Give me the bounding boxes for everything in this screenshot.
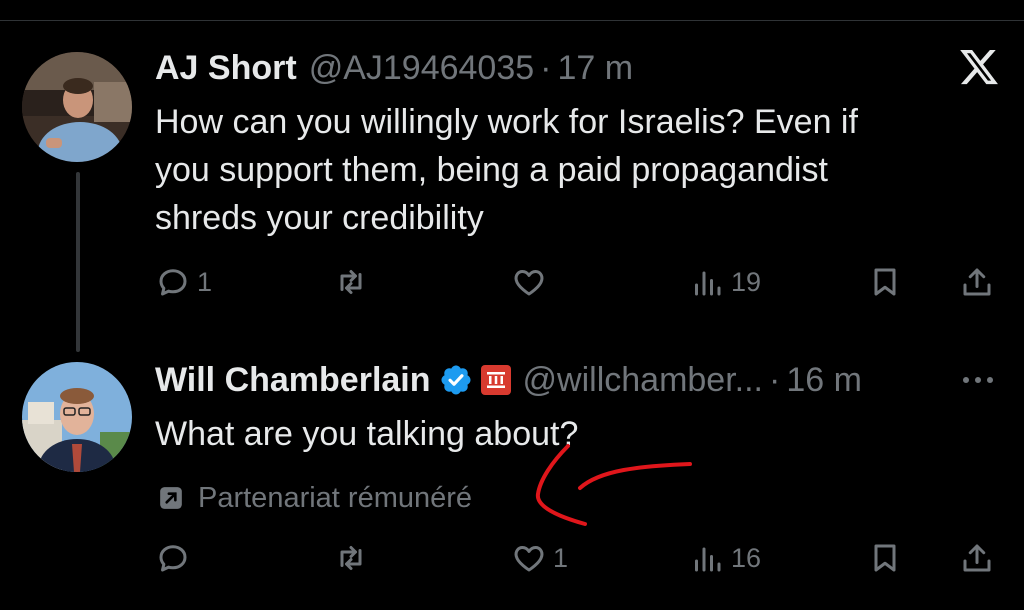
views-count: 16 — [731, 542, 762, 573]
views-icon — [695, 271, 721, 296]
top-divider — [0, 20, 1024, 21]
tweet-header: Will Chamberlain @willchamber... · 16 m — [155, 360, 862, 400]
reply-icon — [159, 269, 187, 296]
share-icon — [963, 544, 991, 572]
affiliate-badge-icon — [480, 365, 511, 395]
action-bar: 1 19 — [155, 260, 1000, 304]
bookmark-button[interactable] — [867, 260, 903, 304]
tweet-header: AJ Short @AJ19464035 · 17 m — [155, 48, 633, 88]
bookmark-button[interactable] — [867, 536, 903, 580]
repost-button[interactable] — [333, 536, 375, 580]
timestamp[interactable]: 16 m — [786, 361, 862, 400]
avatar-photo — [22, 52, 132, 162]
repost-icon — [340, 546, 362, 570]
share-icon — [963, 268, 991, 296]
author-handle[interactable]: @willchamber... — [523, 361, 763, 400]
reply-icon — [159, 545, 187, 572]
views-icon — [695, 547, 721, 572]
thread-line — [76, 172, 80, 352]
paid-partnership-icon — [160, 487, 182, 509]
timestamp[interactable]: 17 m — [557, 49, 633, 88]
tweet-text-line: What are you talking about? — [155, 415, 579, 453]
tweet-text-line: you support them, being a paid propagand… — [155, 151, 828, 189]
tweet-text: What are you talking about? — [155, 410, 955, 458]
reply-button[interactable] — [155, 536, 197, 580]
x-logo-icon[interactable] — [958, 46, 1000, 88]
tweet-text-line: shreds your credibility — [155, 199, 484, 237]
share-button[interactable] — [959, 260, 995, 304]
reply-count: 1 — [197, 266, 213, 297]
separator: · — [769, 360, 781, 399]
more-icon[interactable] — [958, 370, 998, 390]
bookmark-icon — [874, 268, 896, 296]
avatar-aj-short[interactable] — [22, 52, 132, 162]
author-name[interactable]: Will Chamberlain — [155, 361, 431, 400]
repost-icon — [340, 270, 362, 294]
tweet-text: How can you willingly work for Israelis?… — [155, 98, 955, 242]
repost-button[interactable] — [333, 260, 375, 304]
share-button[interactable] — [959, 536, 995, 580]
views-button[interactable]: 16 — [689, 536, 761, 580]
like-icon — [514, 546, 544, 572]
separator: · — [540, 48, 552, 87]
like-icon — [514, 270, 544, 296]
reply-button[interactable]: 1 — [155, 260, 212, 304]
verified-badge-icon — [441, 365, 471, 395]
paid-partnership-label[interactable]: Partenariat rémunéré — [158, 480, 472, 516]
paid-partnership-text: Partenariat rémunéré — [198, 481, 473, 514]
like-count: 1 — [553, 542, 569, 573]
tweet-text-line: How can you willingly work for Israelis?… — [155, 103, 858, 141]
red-arrow-annotation — [535, 444, 692, 526]
author-name[interactable]: AJ Short — [155, 49, 297, 88]
author-handle[interactable]: @AJ19464035 — [309, 49, 534, 88]
avatar-photo — [22, 362, 132, 472]
like-button[interactable] — [511, 260, 553, 304]
views-count: 19 — [731, 266, 762, 297]
views-button[interactable]: 19 — [689, 260, 761, 304]
avatar-will-chamberlain[interactable] — [22, 362, 132, 472]
like-button[interactable]: 1 — [511, 536, 568, 580]
action-bar: 1 16 — [155, 536, 1000, 580]
bookmark-icon — [874, 544, 896, 572]
